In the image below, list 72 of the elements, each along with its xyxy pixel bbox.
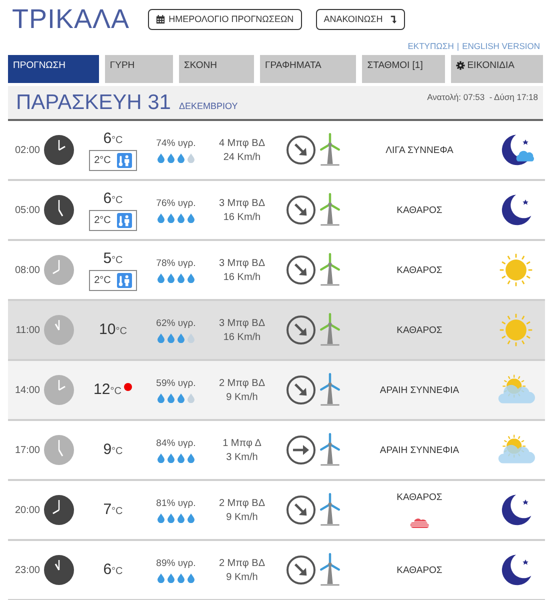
condition-label: ΚΑΘΑΡΟΣ [396, 204, 442, 216]
wind-speed: 9 Km/h [226, 512, 258, 522]
thermometer-person-icon [116, 272, 132, 288]
wind-speed: 16 Km/h [223, 332, 261, 342]
wind-force: 2 Μπφ ΒΔ [218, 498, 266, 508]
wind-speed: 24 Km/h [223, 152, 261, 162]
tab[interactable]: ΣΤΑΘΜΟΙ [1] [362, 55, 446, 83]
humidity-label: 89% υγρ. [156, 558, 196, 568]
month-label: ΔΕΚΕΜΒΡΙΟΥ [179, 101, 238, 111]
condition-label: ΚΑΘΑΡΟΣ [396, 264, 442, 276]
wind-force: 3 Μπφ ΒΔ [218, 258, 266, 268]
temperature: 6°C [103, 190, 123, 208]
header-button[interactable]: ΗΜΕΡΟΛΟΓΙΟ ΠΡΟΓΝΩΣΕΩΝ [148, 8, 302, 30]
wind-force: 4 Μπφ ΒΔ [218, 138, 266, 148]
wind-speed: 9 Km/h [226, 392, 258, 402]
condition-label: ΚΑΘΑΡΟΣ [396, 564, 442, 576]
tab[interactable]: ΓΥΡΗ [104, 55, 173, 83]
condition-label: ΑΡΑΙΗ ΣΥΝΝΕΦΙΑ [380, 444, 460, 456]
temperature: 7°C [103, 501, 123, 519]
tab[interactable]: ΕΙΚΟΝΙΔΙΑ [451, 55, 543, 83]
wind-force: 3 Μπφ ΒΔ [218, 318, 266, 328]
humidity-label: 59% υγρ. [156, 378, 196, 388]
temperature: 6°C [103, 561, 123, 579]
sun-icon [497, 311, 535, 349]
condition-label: ΚΑΘΑΡΟΣ [396, 492, 442, 502]
time-label: 11:00 [14, 324, 41, 336]
thermometer-person-icon [116, 212, 132, 228]
time-label: 20:00 [14, 504, 41, 516]
city-title: ΤΡΙΚΑΛΑ [12, 4, 130, 34]
wind-speed: 16 Km/h [223, 212, 261, 222]
time-label: 14:00 [14, 384, 41, 396]
condition-label: ΚΑΘΑΡΟΣ [396, 324, 442, 336]
header-button[interactable]: ΑΝΑΚΟΙΝΩΣΗ [316, 8, 405, 30]
sun-icon [497, 251, 535, 289]
tab[interactable]: ΓΡΑΦΗΜΑΤΑ [260, 55, 356, 83]
condition-label: ΑΡΑΙΗ ΣΥΝΝΕΦΙΑ [380, 384, 460, 396]
humidity-label: 78% υγρ. [156, 258, 196, 268]
humidity-label: 81% υγρ. [156, 498, 196, 508]
time-label: 08:00 [14, 264, 41, 276]
temperature: 10°C [99, 321, 127, 339]
thermometer-person-icon [116, 152, 132, 168]
wind-speed: 9 Km/h [226, 572, 258, 582]
humidity-label: 62% υγρ. [156, 318, 196, 328]
feels-like-temperature: 2°C [94, 274, 111, 286]
day-title: ΠΑΡΑΣΚΕΥΗ 31 [16, 91, 171, 115]
time-label: 05:00 [14, 204, 41, 216]
wind-force: 1 Μπφ Δ [222, 438, 262, 448]
feels-like-temperature: 2°C [94, 154, 111, 166]
humidity-label: 84% υγρ. [156, 438, 196, 448]
gear-icon [456, 61, 466, 70]
temperature: 6°C [103, 130, 123, 148]
temperature: 9°C [103, 441, 123, 459]
tab[interactable]: ΣΚΟΝΗ [178, 55, 254, 83]
link-separator: | [456, 41, 460, 51]
tab[interactable]: ΠΡΟΓΝΩΣΗ [8, 55, 99, 83]
condition-label: ΛΙΓΑ ΣΥΝΝΕΦΑ [386, 144, 454, 156]
temperature: 5°C [103, 250, 123, 268]
time-label: 23:00 [14, 564, 41, 576]
temperature: 12°C [94, 381, 122, 399]
wind-force: 2 Μπφ ΒΔ [218, 378, 266, 388]
humidity-label: 76% υγρ. [156, 198, 196, 208]
time-label: 02:00 [14, 144, 41, 156]
wind-speed: 16 Km/h [223, 272, 261, 282]
wind-force: 3 Μπφ ΒΔ [218, 198, 266, 208]
wind-force: 2 Μπφ ΒΔ [218, 558, 266, 568]
calendar-icon [156, 14, 165, 24]
arrow-down-icon [390, 14, 397, 24]
humidity-label: 74% υγρ. [156, 138, 196, 148]
feels-like-temperature: 2°C [94, 214, 111, 226]
wind-speed: 3 Km/h [226, 452, 258, 462]
time-label: 17:00 [14, 444, 41, 456]
sunrise-sunset: Ανατολή: 07:53 - Δύση 17:18 [427, 91, 538, 102]
